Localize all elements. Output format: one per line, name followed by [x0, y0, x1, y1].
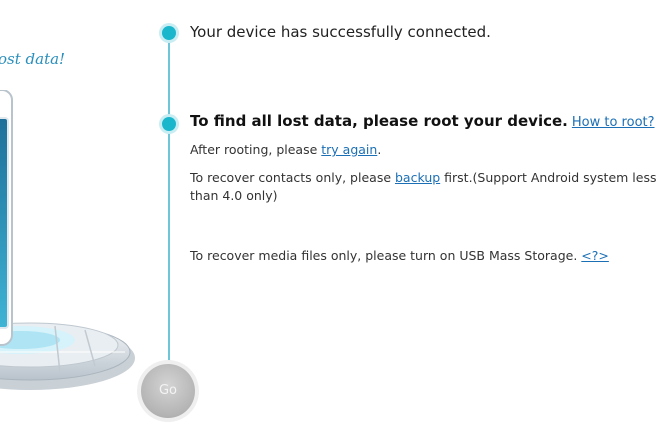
- left-illustration-panel: ost data!: [0, 0, 160, 430]
- recover-contacts-text: To recover contacts only, please backup …: [190, 169, 656, 205]
- how-to-root-link[interactable]: How to root?: [572, 115, 655, 130]
- connection-status-text: Your device has successfully connected.: [190, 23, 491, 41]
- media-text: To recover media files only, please turn…: [190, 248, 582, 263]
- phone-on-dock-illustration: [0, 90, 135, 390]
- root-instruction-heading: To find all lost data, please root your …: [190, 112, 655, 130]
- contacts-suffix-line1: first.(Support Android system less: [440, 170, 657, 185]
- go-button[interactable]: Go: [141, 364, 195, 418]
- recover-media-text: To recover media files only, please turn…: [190, 248, 609, 263]
- after-rooting-suffix: .: [377, 142, 382, 157]
- step-2-indicator: [162, 117, 176, 131]
- step-1-indicator: [162, 26, 176, 40]
- contacts-prefix: To recover contacts only, please: [190, 170, 395, 185]
- root-instruction-title: To find all lost data, please root your …: [190, 112, 568, 130]
- backup-link[interactable]: backup: [395, 170, 440, 185]
- timeline-connector: [168, 38, 170, 368]
- contacts-suffix-line2: than 4.0 only): [190, 188, 278, 203]
- try-again-link[interactable]: try again: [321, 142, 377, 157]
- after-rooting-text: After rooting, please try again.: [190, 142, 381, 157]
- usb-storage-help-link[interactable]: <?>: [581, 248, 609, 263]
- after-rooting-prefix: After rooting, please: [190, 142, 322, 157]
- tagline-text: ost data!: [0, 50, 66, 68]
